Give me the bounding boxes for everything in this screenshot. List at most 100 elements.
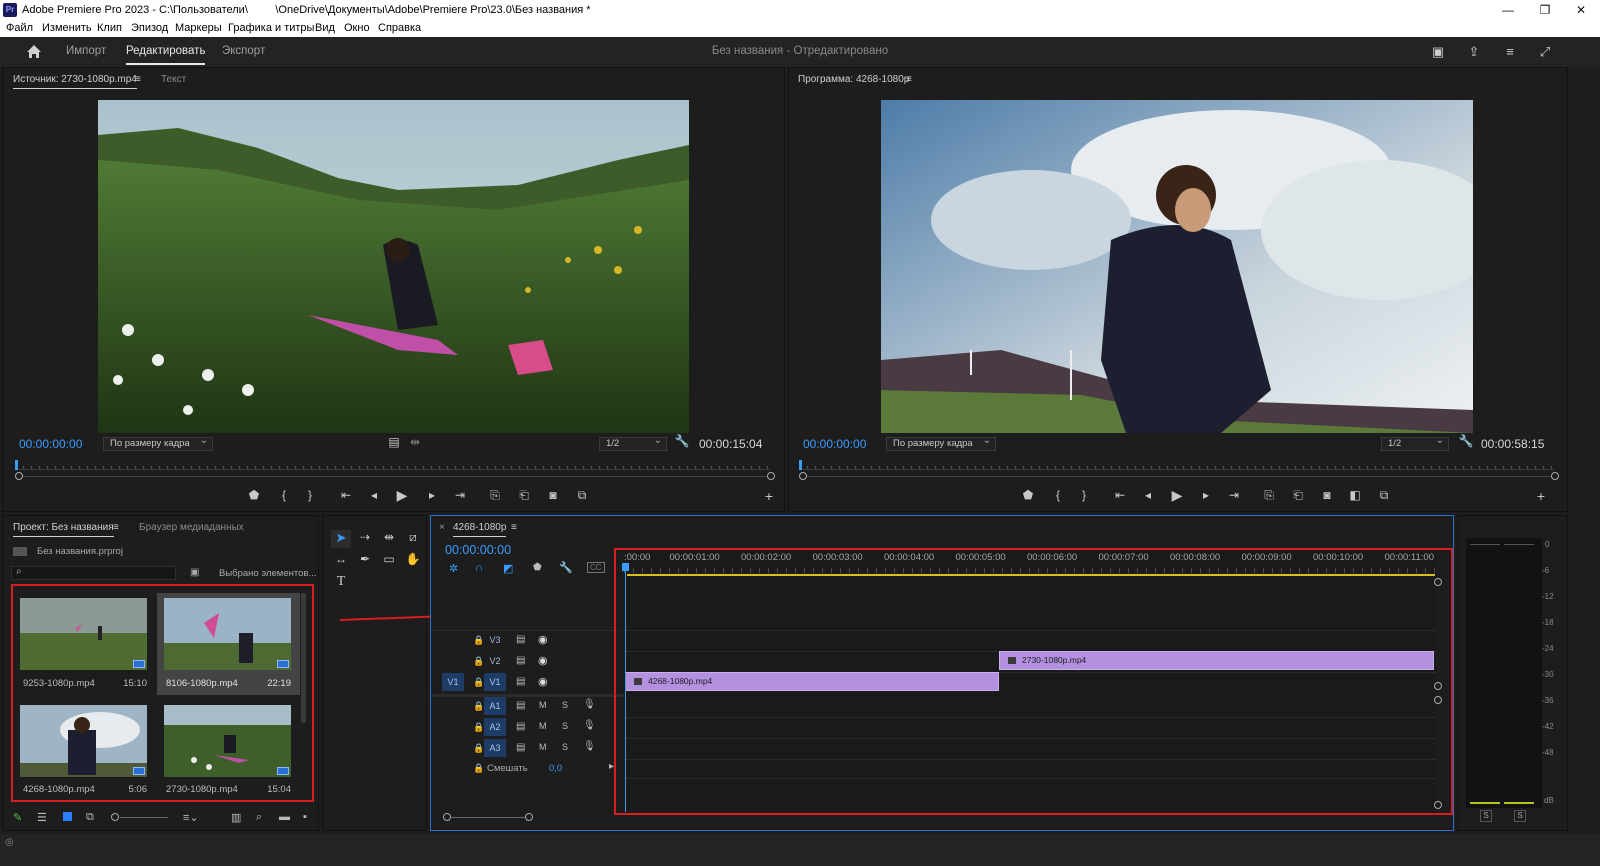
source-scroll-start[interactable] (15, 472, 23, 480)
menu-view[interactable]: Вид (315, 22, 335, 34)
source-wrench-icon[interactable]: 🔧 (673, 434, 691, 448)
fullscreen-icon[interactable]: ⤢ (1537, 44, 1553, 60)
program-export-frame-icon[interactable]: ◙ (1318, 488, 1336, 502)
slip-tool-icon[interactable]: ↔ (331, 552, 351, 566)
source-fit-dropdown[interactable]: По размеру кадра (103, 435, 213, 451)
project-search-input[interactable]: ⌕ (11, 566, 176, 580)
program-playhead-timecode[interactable]: 00:00:00:00 (803, 437, 866, 451)
program-wrench-icon[interactable]: 🔧 (1457, 434, 1475, 448)
horizontal-zoom-start[interactable] (443, 813, 451, 821)
lock-icon[interactable]: 🔒 (473, 743, 484, 754)
project-panel-menu-icon[interactable]: ≡ (113, 522, 119, 533)
eye-icon[interactable]: ◉ (538, 675, 548, 688)
captions-icon[interactable]: CC (587, 562, 605, 573)
snap-icon[interactable]: ✲ (449, 562, 458, 575)
microphone-icon[interactable]: 🎙 (583, 720, 596, 731)
minimize-button[interactable]: — (1490, 0, 1526, 20)
source-resolution-dropdown[interactable]: 1/2 (599, 435, 667, 451)
automate-to-sequence-icon[interactable]: ▥ (231, 811, 241, 824)
extract-icon[interactable]: ⎗ (1289, 488, 1307, 503)
program-playhead[interactable] (799, 460, 802, 470)
sort-icon[interactable]: ≡⌄ (183, 811, 199, 824)
track-a1-label[interactable]: A1 (484, 697, 506, 715)
lock-icon[interactable]: 🔒 (473, 677, 484, 688)
source-zoom-bar[interactable] (23, 476, 768, 477)
mix-volume-value[interactable]: 0,0 (549, 763, 562, 774)
track-a3-label[interactable]: A3 (484, 739, 506, 757)
workspaces-menu-icon[interactable]: ≡ (1502, 44, 1518, 60)
go-to-in-icon[interactable]: ⇤ (337, 488, 355, 502)
mark-in-icon[interactable]: { (275, 488, 293, 502)
program-resolution-dropdown[interactable]: 1/2 (1381, 435, 1449, 451)
linked-selection-icon[interactable]: ∩ (475, 562, 483, 574)
menu-help[interactable]: Справка (378, 22, 421, 34)
mute-button[interactable]: M (539, 721, 547, 731)
program-add-marker-icon[interactable]: ⬟ (1019, 488, 1037, 502)
eye-icon[interactable]: ◉ (538, 654, 548, 667)
program-scroll-end[interactable] (1551, 472, 1559, 480)
source-playhead-timecode[interactable]: 00:00:00:00 (19, 437, 82, 451)
program-go-to-out-icon[interactable]: ⇥ (1225, 488, 1243, 502)
razor-tool-icon[interactable]: ⧄ (403, 530, 423, 545)
insert-overlay-icon[interactable]: ⇹ (406, 435, 424, 449)
solo-button[interactable]: S (562, 721, 568, 731)
timeline-timecode[interactable]: 00:00:00:00 (445, 543, 511, 557)
sync-lock-icon[interactable]: ▤ (516, 742, 525, 753)
lock-icon[interactable]: 🔒 (473, 722, 484, 733)
source-add-button-icon[interactable]: + (760, 488, 778, 504)
track-v3-label[interactable]: V3 (484, 631, 506, 649)
media-browser-tab[interactable]: Браузер медиаданных (139, 522, 244, 533)
meter-solo-right[interactable]: S (1514, 810, 1526, 822)
zoom-slider-knob[interactable] (111, 813, 119, 821)
program-mark-out-icon[interactable]: } (1075, 488, 1093, 502)
sync-lock-icon[interactable]: ▤ (516, 676, 525, 687)
program-step-back-icon[interactable]: ◂ (1139, 488, 1157, 502)
mark-out-icon[interactable]: } (301, 488, 319, 502)
lift-icon[interactable]: ⎘ (1260, 488, 1278, 503)
meter-solo-left[interactable]: S (1480, 810, 1492, 822)
sync-lock-icon[interactable]: ▤ (516, 721, 525, 732)
menu-file[interactable]: Файл (6, 22, 33, 34)
insert-nest-icon[interactable]: ◩ (503, 562, 513, 575)
solo-button[interactable]: S (562, 700, 568, 710)
overwrite-icon[interactable]: ⎗ (515, 488, 533, 503)
program-mini-ruler[interactable] (799, 458, 1554, 470)
sync-lock-icon[interactable]: ▤ (516, 634, 525, 645)
new-bin-icon[interactable]: ▣ (190, 567, 199, 578)
source-mini-ruler[interactable] (15, 458, 770, 470)
timeline-add-marker-icon[interactable]: ⬟ (533, 562, 542, 573)
close-button[interactable]: ✕ (1563, 0, 1599, 20)
lock-icon[interactable]: 🔒 (473, 656, 484, 667)
track-select-tool-icon[interactable]: ⇢ (355, 530, 375, 544)
pen-tool-icon[interactable]: ✒ (355, 552, 375, 566)
program-button-editor-icon[interactable]: ⧉ (1375, 488, 1393, 503)
horizontal-zoom-bar[interactable] (451, 817, 526, 818)
maximize-button[interactable]: ❐ (1527, 0, 1563, 20)
export-frame-icon[interactable]: ◙ (544, 488, 562, 502)
mute-button[interactable]: M (539, 742, 547, 752)
button-editor-icon[interactable]: ⧉ (573, 488, 591, 503)
menu-clip[interactable]: Клип (97, 22, 122, 34)
icon-view-icon[interactable] (63, 812, 72, 821)
hand-tool-icon[interactable]: ✋ (403, 552, 423, 566)
list-view-icon[interactable]: ☰ (37, 811, 47, 824)
lock-icon[interactable]: 🔒 (473, 763, 484, 774)
ripple-edit-tool-icon[interactable]: ⇹ (379, 530, 399, 544)
sync-lock-icon[interactable]: ▤ (516, 655, 525, 666)
zoom-slider[interactable] (120, 817, 168, 818)
step-forward-icon[interactable]: ▸ (423, 488, 441, 502)
program-panel-menu-icon[interactable]: ≡ (906, 74, 912, 85)
track-v1-label[interactable]: V1 (484, 673, 506, 691)
play-icon[interactable]: ▶ (393, 487, 411, 504)
track-a2-label[interactable]: A2 (484, 718, 506, 736)
program-mark-in-icon[interactable]: { (1049, 488, 1067, 502)
menu-markers[interactable]: Маркеры (175, 22, 222, 34)
program-play-icon[interactable]: ▶ (1168, 487, 1186, 504)
text-tab[interactable]: Текст (161, 74, 186, 85)
menu-sequence[interactable]: Эпизод (131, 22, 168, 34)
program-zoom-bar[interactable] (807, 476, 1552, 477)
new-bin-bottom-icon[interactable]: ▬ (279, 811, 290, 823)
step-back-icon[interactable]: ◂ (365, 488, 383, 502)
sequence-tab[interactable]: 4268-1080p (453, 522, 507, 537)
rectangle-tool-icon[interactable]: ▭ (379, 552, 399, 566)
